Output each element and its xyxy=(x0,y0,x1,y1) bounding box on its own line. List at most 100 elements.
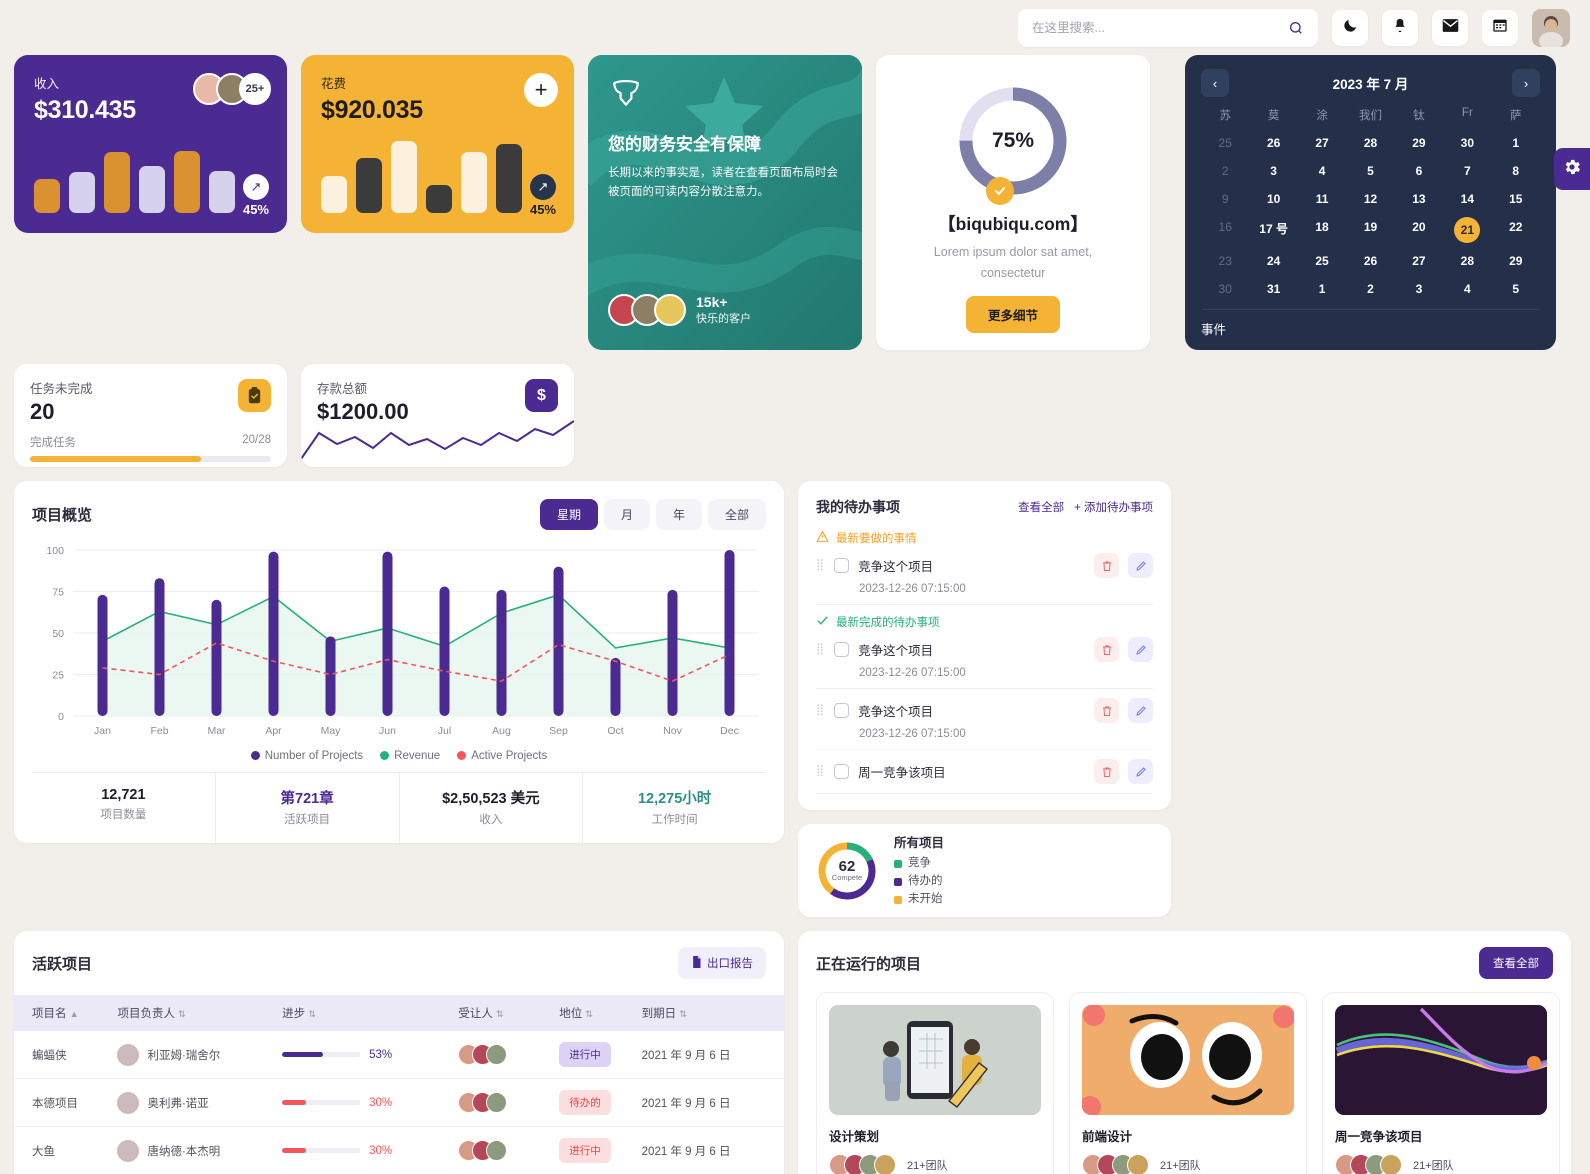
calendar-day[interactable]: 8 xyxy=(1492,161,1540,181)
calendar-day[interactable]: 17 号 xyxy=(1249,217,1297,243)
edit-icon[interactable] xyxy=(1128,637,1153,662)
calendar-day[interactable]: 5 xyxy=(1492,279,1540,299)
table-head-row[interactable]: 项目名 ▲ 项目负责人 ⇅ 进步 ⇅ 受让人 ⇅ 地位 ⇅ 到期日 ⇅ xyxy=(14,995,784,1031)
calendar-day[interactable]: 9 xyxy=(1201,189,1249,209)
calendar-day[interactable]: 31 xyxy=(1249,279,1297,299)
calendar-day[interactable]: 29 xyxy=(1395,133,1443,153)
edit-icon[interactable] xyxy=(1128,759,1153,784)
todo-item[interactable]: ⣿ 周一竞争该项目 xyxy=(816,759,1153,784)
table-row[interactable]: 大鱼 唐纳德·本杰明 30% 进行中 2021 年 9 月 6 日 xyxy=(14,1126,784,1174)
calendar-day[interactable]: 3 xyxy=(1249,161,1297,181)
calendar-day[interactable]: 28 xyxy=(1346,133,1394,153)
running-project-card[interactable]: 前端设计21+团队到期日2021 年 9 月 6 日进行中 xyxy=(1069,992,1307,1174)
table-row[interactable]: 本德项目 奥利弗·诺亚 30% 待办的 2021 年 9 月 6 日 xyxy=(14,1078,784,1127)
drag-handle-icon[interactable]: ⣿ xyxy=(816,560,825,571)
chart-range-tab[interactable]: 月 xyxy=(603,499,650,530)
calendar-day[interactable]: 27 xyxy=(1395,251,1443,271)
delete-icon[interactable] xyxy=(1094,553,1119,578)
more-details-button[interactable]: 更多细节 xyxy=(965,296,1060,334)
chart-range-tab[interactable]: 年 xyxy=(655,499,702,530)
todo-checkbox[interactable] xyxy=(834,703,850,718)
calendar-day[interactable]: 1 xyxy=(1298,279,1346,299)
table-column-header[interactable]: 受让人 ⇅ xyxy=(458,995,559,1031)
calendar-grid[interactable]: 苏莫涂我们钛 Fr 萨 25 26 27 28 29 30 1 2 3 4 5 6 7 8 9 10 11 12 13 14… xyxy=(1201,107,1540,299)
delete-icon[interactable] xyxy=(1094,637,1119,662)
table-column-header[interactable]: 项目负责人 ⇅ xyxy=(117,995,282,1031)
calendar-day[interactable]: 7 xyxy=(1443,161,1491,181)
running-project-card[interactable]: 设计策划21+团队到期日2021 年 9 月 6 日进行中 xyxy=(816,992,1054,1174)
running-project-card[interactable]: 周一竞争该项目21+团队到期日2021 年 9 月 6 日进行中 xyxy=(1322,992,1560,1174)
calendar-day[interactable]: 22 xyxy=(1492,217,1540,243)
todo-checkbox[interactable] xyxy=(834,558,850,573)
table-column-header[interactable]: 项目名 ▲ xyxy=(14,995,117,1031)
calendar-day[interactable]: 30 xyxy=(1201,279,1249,299)
calendar-day[interactable]: 24 xyxy=(1249,251,1297,271)
running-view-all-button[interactable]: 查看全部 xyxy=(1479,947,1553,979)
todo-add-link[interactable]: + 添加待办事项 xyxy=(1074,499,1153,515)
calendar-day[interactable]: 2 xyxy=(1346,279,1394,299)
calendar-day[interactable]: 6 xyxy=(1395,161,1443,181)
table-column-header[interactable]: 地位 ⇅ xyxy=(559,995,641,1031)
messages-button[interactable] xyxy=(1432,9,1468,46)
calendar-day[interactable]: 25 xyxy=(1298,251,1346,271)
search-input[interactable] xyxy=(1032,20,1288,35)
calendar-day[interactable]: 28 xyxy=(1443,251,1491,271)
edit-icon[interactable] xyxy=(1128,698,1153,723)
export-report-button[interactable]: 出口报告 xyxy=(678,947,766,979)
calendar-day[interactable]: 29 xyxy=(1492,251,1540,271)
calendar-day[interactable]: 12 xyxy=(1346,189,1394,209)
search-icon[interactable] xyxy=(1288,20,1304,36)
table-column-header[interactable]: 到期日 ⇅ xyxy=(642,995,784,1031)
calendar-day[interactable]: 14 xyxy=(1443,189,1491,209)
chart-range-tab[interactable]: 全部 xyxy=(707,499,766,530)
calendar-day[interactable]: 4 xyxy=(1443,279,1491,299)
dark-mode-button[interactable] xyxy=(1332,9,1368,46)
edit-icon[interactable] xyxy=(1128,553,1153,578)
calendar-day[interactable]: 25 xyxy=(1201,133,1249,153)
chart-range-tab[interactable]: 星期 xyxy=(539,499,598,530)
calendar-day[interactable]: 26 xyxy=(1346,251,1394,271)
notifications-button[interactable] xyxy=(1382,9,1418,46)
calendar-button[interactable] xyxy=(1482,9,1518,46)
todo-item[interactable]: ⣿ 竞争这个项目 xyxy=(816,637,1153,662)
calendar-day[interactable]: 11 xyxy=(1298,189,1346,209)
add-expense-button[interactable]: + xyxy=(524,73,558,107)
todo-item[interactable]: ⣿ 竞争这个项目 xyxy=(816,553,1153,578)
todo-item[interactable]: ⣿ 竞争这个项目 xyxy=(816,698,1153,723)
calendar-day[interactable]: 4 xyxy=(1298,161,1346,181)
calendar-day[interactable]: 20 xyxy=(1395,217,1443,243)
event-row[interactable]: 20周一发展规划威特科技中午 12:05 xyxy=(1201,346,1540,350)
delete-icon[interactable] xyxy=(1094,698,1119,723)
todo-checkbox[interactable] xyxy=(834,764,850,779)
table-column-header[interactable]: 进步 ⇅ xyxy=(282,995,458,1031)
drag-handle-icon[interactable]: ⣿ xyxy=(816,644,825,655)
calendar-day[interactable]: 23 xyxy=(1201,251,1249,271)
todo-view-all-link[interactable]: 查看全部 xyxy=(1018,499,1064,515)
calendar-day[interactable]: 30 xyxy=(1443,133,1491,153)
calendar-day-selected[interactable]: 21 xyxy=(1454,217,1481,243)
calendar-day[interactable]: 2 xyxy=(1201,161,1249,181)
avatar[interactable] xyxy=(1532,8,1570,47)
calendar-day[interactable]: 26 xyxy=(1249,133,1297,153)
drag-handle-icon[interactable]: ⣿ xyxy=(816,705,825,716)
delete-icon[interactable] xyxy=(1094,759,1119,784)
calendar-day[interactable]: 15 xyxy=(1492,189,1540,209)
todo-checkbox[interactable] xyxy=(834,642,850,657)
settings-tab-button[interactable] xyxy=(1554,148,1590,190)
chart-range-tabs[interactable]: 星期月年全部 xyxy=(539,499,766,530)
table-row[interactable]: 蝙蝠侠 利亚姆·瑞舍尔 53% 进行中 2021 年 9 月 6 日 xyxy=(14,1031,784,1079)
calendar-day[interactable]: 27 xyxy=(1298,133,1346,153)
search-box[interactable] xyxy=(1018,8,1318,47)
calendar-day[interactable]: 16 xyxy=(1201,217,1249,243)
drag-handle-icon[interactable]: ⣿ xyxy=(816,766,825,777)
calendar-prev-button[interactable]: ‹ xyxy=(1201,69,1229,97)
calendar-icon xyxy=(1492,17,1508,38)
calendar-day[interactable]: 19 xyxy=(1346,217,1394,243)
calendar-day[interactable]: 13 xyxy=(1395,189,1443,209)
calendar-day[interactable]: 18 xyxy=(1298,217,1346,243)
calendar-day[interactable]: 10 xyxy=(1249,189,1297,209)
calendar-next-button[interactable]: › xyxy=(1511,69,1540,97)
calendar-day[interactable]: 1 xyxy=(1492,133,1540,153)
calendar-day[interactable]: 5 xyxy=(1346,161,1394,181)
calendar-day[interactable]: 3 xyxy=(1395,279,1443,299)
